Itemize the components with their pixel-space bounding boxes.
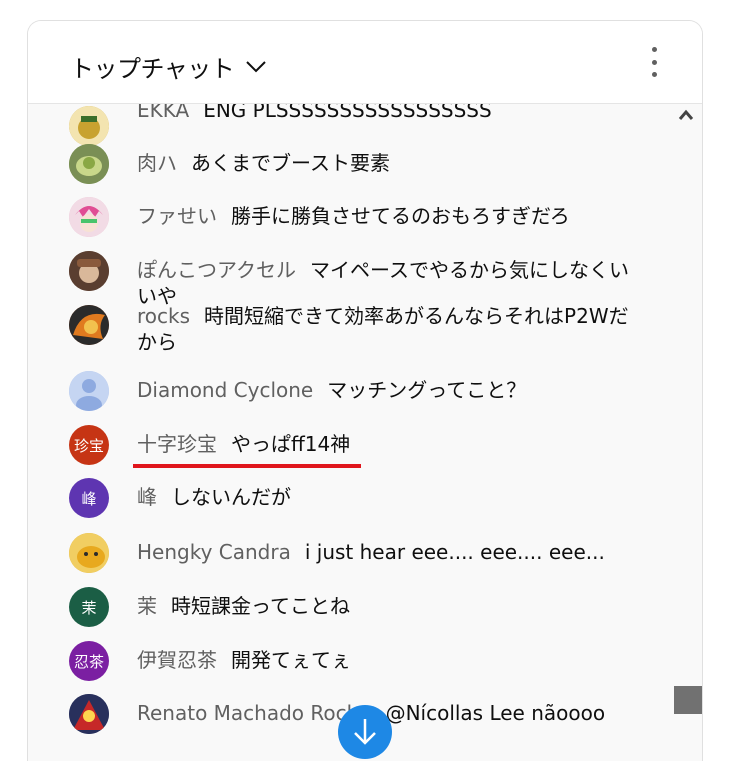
user-avatar[interactable] xyxy=(69,144,109,184)
arrow-down-icon xyxy=(354,719,376,745)
chat-mode-dropdown[interactable]: トップチャット xyxy=(70,49,266,84)
user-avatar[interactable] xyxy=(69,371,109,411)
message-text: @Nícollas Lee nãoooo xyxy=(385,701,606,725)
chat-mode-label: トップチャット xyxy=(70,55,235,83)
message-text: マッチングってこと？ xyxy=(327,378,527,402)
message-text: やっぱff14神 xyxy=(231,432,351,456)
author-name[interactable]: ぽんこつアクセル xyxy=(137,258,296,282)
message-body: Diamond Cyclone マッチングってこと？ xyxy=(137,377,637,403)
user-avatar[interactable] xyxy=(69,694,109,734)
user-avatar[interactable] xyxy=(69,251,109,291)
chevron-up-icon[interactable] xyxy=(678,109,694,121)
top-chat-panel: EKKA ENG PLSSSSSSSSSSSSSSSSS 肉ハ あくまでブースト要素… xyxy=(27,20,703,761)
scroll-to-bottom-button[interactable] xyxy=(338,705,392,759)
author-name[interactable]: Diamond Cyclone xyxy=(137,378,313,402)
message-body: 伊賀忍茶 開発てぇてぇ xyxy=(137,647,637,673)
message-body: ぽんこつアクセル マイペースでやるから気にしなくいいや xyxy=(137,257,637,309)
chat-header: トップチャット xyxy=(28,21,702,104)
author-name[interactable]: rocks xyxy=(137,304,190,328)
message-body: ファせい 勝手に勝負させてるのおもろすぎだろ xyxy=(137,203,637,229)
message-body: 肉ハ あくまでブースト要素 xyxy=(137,150,637,176)
author-name[interactable]: 肉ハ xyxy=(137,151,177,175)
message-body: Hengky Candra i just hear eee.... eee....… xyxy=(137,539,637,565)
author-name[interactable]: 伊賀忍茶 xyxy=(137,648,217,672)
user-avatar[interactable]: 忍茶 xyxy=(69,641,109,681)
message-text: 勝手に勝負させてるのおもろすぎだろ xyxy=(231,204,570,228)
user-avatar[interactable] xyxy=(69,533,109,573)
message-text: 開発てぇてぇ xyxy=(231,648,351,672)
message-body: rocks 時間短縮できて効率あがるんならそれはP2Wだから xyxy=(137,303,637,355)
author-name[interactable]: 峰 xyxy=(137,485,157,509)
user-avatar[interactable]: 峰 xyxy=(69,478,109,518)
author-name[interactable]: 茉 xyxy=(137,594,157,618)
user-avatar[interactable] xyxy=(69,106,109,146)
author-name[interactable]: Hengky Candra xyxy=(137,540,291,564)
message-text: i just hear eee.... eee.... eee... xyxy=(304,540,605,564)
message-body: 十字珍宝 やっぱff14神 xyxy=(137,431,637,457)
message-body: 茉時短課金ってことね xyxy=(137,593,637,619)
message-text: あくまでブースト要素 xyxy=(191,151,390,175)
message-text: 時間短縮できて効率あがるんならそれはP2Wだから xyxy=(137,304,629,354)
message-body: 峰しないんだが xyxy=(137,484,637,510)
author-name[interactable]: Renato Machado Rocha xyxy=(137,701,372,725)
user-avatar[interactable]: 茉 xyxy=(69,587,109,627)
user-avatar[interactable] xyxy=(69,197,109,237)
author-name[interactable]: ファせい xyxy=(137,204,217,228)
user-avatar[interactable] xyxy=(69,305,109,345)
more-options-icon[interactable] xyxy=(646,47,662,77)
user-avatar[interactable]: 珍宝 xyxy=(69,425,109,465)
chevron-down-icon xyxy=(246,60,266,72)
scrollbar-thumb[interactable] xyxy=(674,686,702,714)
chat-message-list[interactable]: EKKA ENG PLSSSSSSSSSSSSSSSSS 肉ハ あくまでブースト要素… xyxy=(28,21,702,761)
author-name[interactable]: 十字珍宝 xyxy=(137,432,217,456)
red-underline-annotation xyxy=(133,464,361,468)
message-text: 時短課金ってことね xyxy=(171,594,350,618)
message-text: しないんだが xyxy=(171,485,291,509)
